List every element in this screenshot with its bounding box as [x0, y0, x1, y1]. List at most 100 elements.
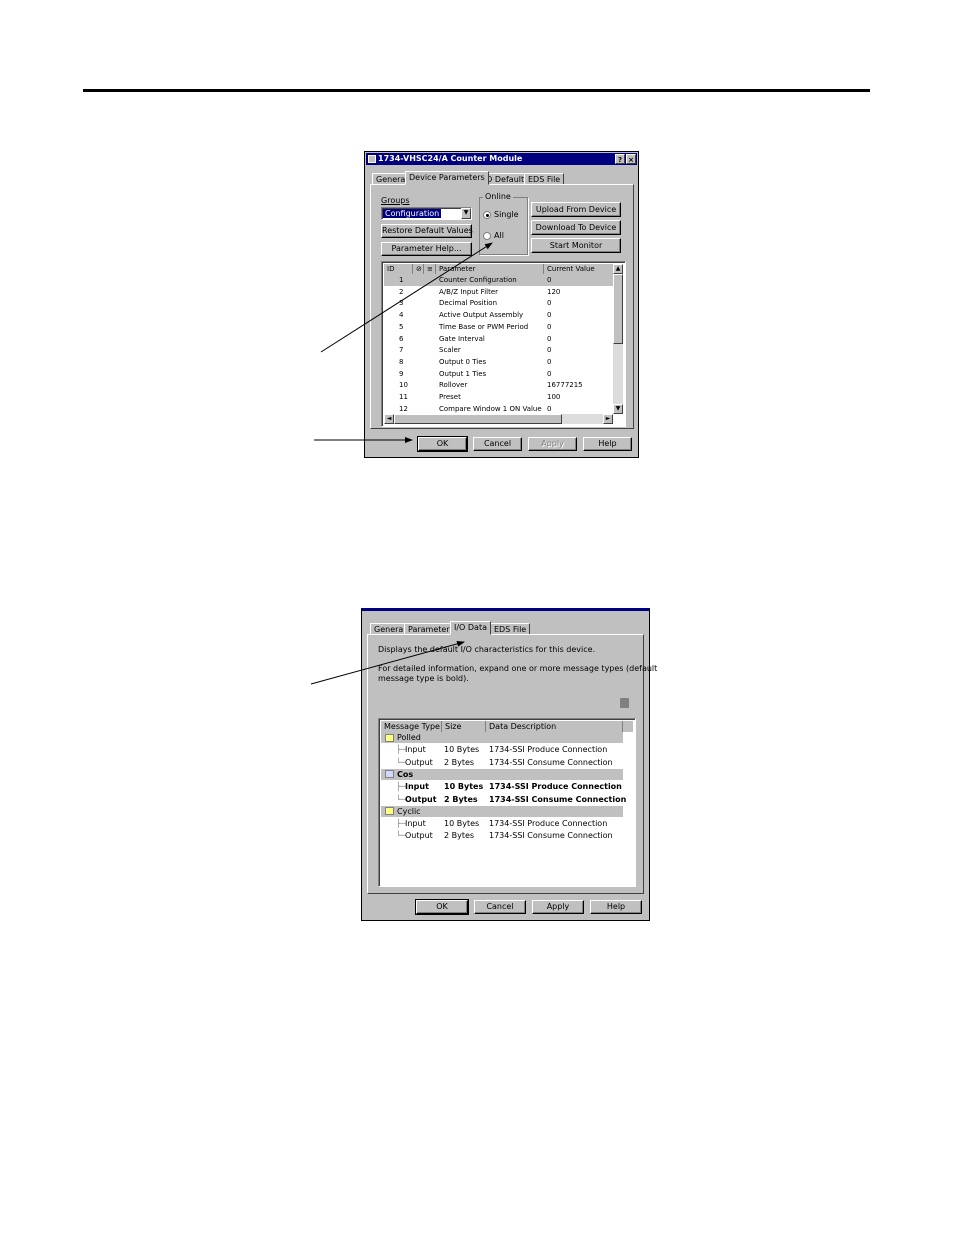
- single-label: Single: [494, 210, 519, 219]
- cell-type: Input: [405, 745, 426, 755]
- message-group[interactable]: Cos: [381, 768, 623, 780]
- table-row[interactable]: 11 Preset 100: [384, 391, 613, 403]
- header-rule: [83, 89, 870, 92]
- ok-button[interactable]: OK: [415, 899, 469, 915]
- scroll-down-icon[interactable]: ▼: [613, 404, 623, 414]
- all-radio[interactable]: [483, 232, 491, 240]
- table-row[interactable]: 9 Output 1 Ties 0: [384, 368, 613, 380]
- col-data-description[interactable]: Data Description: [486, 721, 623, 732]
- cell-type: Output: [405, 831, 433, 841]
- cell-name: Time Base or PWM Period: [439, 322, 529, 331]
- io-data-panel: Displays the default I/O characteristics…: [367, 634, 657, 894]
- cell-value: 120: [547, 287, 561, 296]
- tab-io-data[interactable]: I/O Data: [450, 621, 491, 635]
- parameter-help-button[interactable]: Parameter Help...: [381, 242, 472, 256]
- counter-module-dialog: 1734-VHSC24/A Counter Module ? × General…: [364, 151, 639, 458]
- message-group[interactable]: Cyclic: [381, 805, 623, 817]
- cell-desc: 1734-SSI Produce Connection: [489, 819, 608, 829]
- table-row[interactable]: 12 Compare Window 1 ON Value 0: [384, 403, 613, 415]
- help-button[interactable]: Help: [590, 900, 642, 914]
- table-row[interactable]: 4 Active Output Assembly 0: [384, 309, 613, 321]
- list-item[interactable]: └─ Output 2 Bytes 1734-SSI Consume Connecti…: [381, 757, 625, 769]
- hscroll-thumb[interactable]: [394, 414, 562, 424]
- scroll-thumb[interactable]: [613, 274, 623, 344]
- ok-button[interactable]: OK: [417, 436, 468, 452]
- upload-from-device-button[interactable]: Upload From Device: [531, 202, 621, 217]
- cell-name: Counter Configuration: [439, 276, 517, 284]
- list-item[interactable]: ├─ Input 10 Bytes 1734-SSI Produce Connecti…: [381, 781, 625, 793]
- description-text: Displays the default I/O characteristics…: [378, 645, 596, 654]
- col-id[interactable]: ID: [384, 264, 413, 274]
- cell-name: Output 0 Ties: [439, 357, 487, 366]
- cell-id: 8: [399, 357, 404, 366]
- help-button[interactable]: Help: [583, 437, 632, 451]
- col-message-type[interactable]: Message Type: [381, 721, 442, 732]
- cell-id: 3: [399, 299, 404, 308]
- scroll-up-icon[interactable]: ▲: [613, 264, 623, 274]
- sort-icon[interactable]: ≡: [424, 264, 436, 274]
- io-data-dialog: General Parameters I/O Data EDS File Dis…: [361, 608, 657, 921]
- expand-icon[interactable]: [620, 698, 629, 708]
- lock-icon[interactable]: ⊘: [413, 264, 424, 274]
- download-to-device-button[interactable]: Download To Device: [531, 220, 621, 235]
- groups-select-value: Configuration: [383, 209, 442, 218]
- col-parameter[interactable]: Parameter: [436, 264, 544, 274]
- all-label: All: [494, 231, 504, 240]
- message-group-label: Cyclic: [397, 806, 421, 816]
- cell-size: 2 Bytes: [444, 831, 475, 841]
- list-vertical-scrollbar[interactable]: [623, 721, 633, 732]
- grid-vertical-scrollbar[interactable]: ▲ ▼: [613, 264, 623, 414]
- close-icon[interactable]: ×: [626, 154, 636, 164]
- cell-id: 4: [399, 311, 404, 320]
- list-item[interactable]: ├─ Input 10 Bytes 1734-SSI Produce Connecti…: [381, 818, 625, 830]
- table-row[interactable]: 1 Counter Configuration 0: [384, 274, 613, 286]
- tab-device-parameters[interactable]: Device Parameters: [405, 171, 489, 185]
- cell-type: Input: [405, 819, 426, 829]
- grid-horizontal-scrollbar[interactable]: ◄ ►: [384, 414, 613, 424]
- cancel-button[interactable]: Cancel: [474, 900, 526, 914]
- message-group-label: Polled: [397, 733, 421, 742]
- message-group[interactable]: Polled: [381, 732, 623, 743]
- restore-defaults-button[interactable]: Restore Default Values: [381, 224, 473, 238]
- start-monitor-button[interactable]: Start Monitor: [531, 238, 621, 253]
- cancel-button[interactable]: Cancel: [473, 437, 522, 451]
- window-title: 1734-VHSC24/A Counter Module: [378, 154, 523, 163]
- list-header: Message Type Size Data Description: [381, 721, 623, 732]
- list-item[interactable]: └─ Output 2 Bytes 1734-SSI Consume Connecti…: [381, 830, 625, 842]
- col-current-value[interactable]: Current Value: [544, 264, 615, 274]
- apply-button[interactable]: Apply: [528, 437, 577, 451]
- list-item[interactable]: ├─ Input 10 Bytes 1734-SSI Produce Connecti…: [381, 744, 625, 756]
- table-row[interactable]: 7 Scaler 0: [384, 344, 613, 356]
- cell-size: 10 Bytes: [444, 745, 480, 755]
- single-radio[interactable]: [483, 211, 491, 219]
- cell-size: 2 Bytes: [444, 794, 478, 804]
- table-row[interactable]: 10 Rollover 16777215: [384, 379, 613, 391]
- table-row[interactable]: 3 Decimal Position 0: [384, 297, 613, 309]
- col-size[interactable]: Size: [442, 721, 486, 732]
- parameter-grid: ID ⊘ ≡ Parameter Current Value 1 Counter …: [381, 261, 626, 427]
- cell-value: 100: [547, 393, 561, 401]
- cell-name: Active Output Assembly: [439, 311, 524, 320]
- folder-icon: [385, 733, 394, 742]
- cell-type: Input: [405, 782, 429, 792]
- chevron-down-icon[interactable]: ▼: [461, 208, 471, 219]
- groups-select[interactable]: Configuration ▼: [381, 207, 472, 220]
- table-row[interactable]: 8 Output 0 Ties 0: [384, 356, 613, 368]
- help-icon[interactable]: ?: [615, 154, 625, 164]
- cell-id: 2: [399, 287, 404, 296]
- table-row[interactable]: 6 Gate Interval 0: [384, 333, 613, 345]
- table-row[interactable]: 2 A/B/Z Input Filter 120: [384, 286, 613, 298]
- scroll-right-icon[interactable]: ►: [603, 414, 613, 424]
- cell-name: Rollover: [439, 381, 468, 390]
- cell-desc: 1734-SSI Produce Connection: [489, 782, 622, 792]
- folder-icon: [385, 807, 394, 816]
- cell-value: 16777215: [547, 381, 583, 390]
- cell-desc: 1734-SSI Produce Connection: [489, 745, 608, 755]
- scroll-left-icon[interactable]: ◄: [384, 414, 394, 424]
- apply-button[interactable]: Apply: [532, 900, 584, 914]
- table-row[interactable]: 5 Time Base or PWM Period 0: [384, 321, 613, 333]
- grid-header: ID ⊘ ≡ Parameter Current Value: [384, 264, 613, 274]
- title-bar[interactable]: 1734-VHSC24/A Counter Module ? ×: [366, 153, 637, 165]
- cell-id: 10: [399, 381, 408, 390]
- list-item[interactable]: └─ Output 2 Bytes 1734-SSI Consume Connecti…: [381, 794, 626, 806]
